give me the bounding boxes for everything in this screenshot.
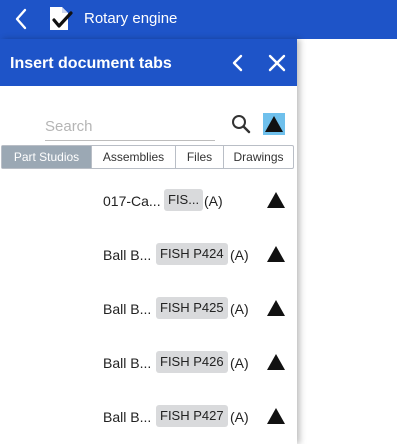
close-icon[interactable] — [265, 51, 289, 75]
item-revision: (A) — [230, 247, 249, 263]
filter-triangle-icon[interactable] — [263, 113, 285, 135]
item-badge: FISH P426 — [156, 351, 228, 373]
document-area — [297, 39, 397, 444]
list-item[interactable]: Ball B... FISH P426 (A) — [0, 348, 297, 378]
search-field — [45, 113, 215, 141]
item-revision: (A) — [230, 409, 249, 425]
item-badge: FISH P424 — [156, 243, 228, 265]
item-badge: FIS... — [164, 189, 204, 211]
part-studio-triangle-icon[interactable] — [267, 408, 285, 424]
search-icon[interactable] — [231, 114, 251, 134]
chevron-left-icon[interactable] — [226, 51, 250, 75]
part-studio-triangle-icon[interactable] — [267, 192, 285, 208]
item-name: 017-Ca... — [103, 193, 161, 209]
panel-header: Insert document tabs — [0, 39, 297, 86]
panel-title: Insert document tabs — [10, 55, 172, 72]
list-item[interactable]: 017-Ca... FIS... (A) — [0, 186, 297, 216]
item-name: Ball B... — [103, 301, 152, 317]
list-item[interactable]: Ball B... FISH P427 (A) — [0, 402, 297, 432]
item-name: Ball B... — [103, 409, 152, 425]
part-studio-triangle-icon[interactable] — [267, 300, 285, 316]
item-name: Ball B... — [103, 247, 152, 263]
item-revision: (A) — [204, 193, 223, 209]
part-studio-triangle-icon[interactable] — [267, 246, 285, 262]
tab-drawings[interactable]: Drawings — [224, 146, 293, 168]
tab-files[interactable]: Files — [176, 146, 224, 168]
search-input[interactable] — [45, 113, 215, 139]
item-badge: FISH P427 — [156, 405, 228, 427]
part-studio-triangle-icon[interactable] — [267, 354, 285, 370]
insert-tabs-panel: Insert document tabs Part Studios Assemb… — [0, 39, 297, 444]
document-title: Rotary engine — [84, 10, 178, 27]
item-badge: FISH P425 — [156, 297, 228, 319]
list-item[interactable]: Ball B... FISH P425 (A) — [0, 294, 297, 324]
document-check-icon — [47, 5, 73, 33]
list-item[interactable]: Ball B... FISH P424 (A) — [0, 240, 297, 270]
item-name: Ball B... — [103, 355, 152, 371]
document-type-tabs: Part Studios Assemblies Files Drawings — [1, 145, 294, 169]
app-header: Rotary engine — [0, 0, 397, 39]
chevron-left-icon[interactable] — [10, 7, 34, 31]
tab-part-studios[interactable]: Part Studios — [2, 146, 92, 168]
item-revision: (A) — [230, 301, 249, 317]
tab-assemblies[interactable]: Assemblies — [92, 146, 176, 168]
item-revision: (A) — [230, 355, 249, 371]
